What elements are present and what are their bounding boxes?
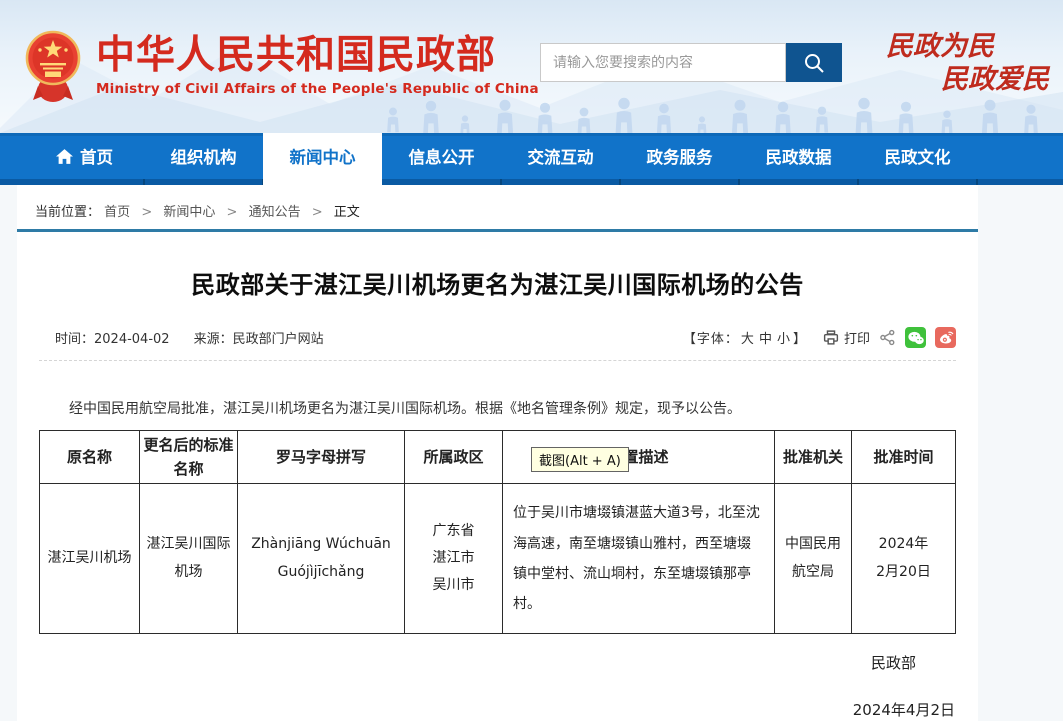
wechat-share-button[interactable] [905, 327, 926, 348]
font-size-medium-button[interactable]: 中 [759, 332, 773, 347]
breadcrumb-label: 当前位置： [35, 205, 100, 220]
nav-item-civil-culture[interactable]: 民政文化 [858, 133, 977, 179]
breadcrumb-item-news[interactable]: 新闻中心 [163, 205, 215, 220]
font-size-prefix: 【字体： [683, 332, 739, 347]
search-input[interactable] [540, 43, 786, 82]
font-size-large-button[interactable]: 大 [741, 332, 755, 347]
rename-table: 原名称 更名后的标准名称 罗马字母拼写 所属政区 位置描述 批准机关 批准时间 … [39, 430, 956, 634]
site-identity: 中华人民共和国民政部 Ministry of Civil Affairs of … [96, 34, 539, 97]
font-size-small-button[interactable]: 小 [777, 332, 791, 347]
breadcrumb-item-home[interactable]: 首页 [104, 205, 130, 220]
col-header-original-name: 原名称 [40, 431, 140, 484]
col-header-pinyin: 罗马字母拼写 [238, 431, 405, 484]
meta-source: 来源：民政部门户网站 [194, 328, 324, 347]
nav-item-label: 交流互动 [528, 144, 594, 168]
nav-item-info-disclosure[interactable]: 信息公开 [382, 133, 501, 179]
article-title: 民政部关于湛江吴川机场更名为湛江吴川国际机场的公告 [39, 265, 956, 300]
article-meta-right: 【字体：大中小】 打印 [683, 327, 956, 348]
nav-item-label: 首页 [80, 144, 113, 168]
nav-item-interaction[interactable]: 交流互动 [501, 133, 620, 179]
breadcrumb-item-notices[interactable]: 通知公告 [249, 205, 301, 220]
nav-item-civil-data[interactable]: 民政数据 [739, 133, 858, 179]
cell-region: 广东省 湛江市 吴川市 [405, 484, 503, 634]
weibo-icon [938, 330, 954, 345]
site-subtitle: Ministry of Civil Affairs of the People'… [96, 81, 539, 97]
share-button[interactable] [879, 329, 896, 346]
meta-time-value: 2024-04-02 [94, 332, 170, 347]
breadcrumb-item-current: 正文 [334, 205, 360, 220]
national-emblem-logo [25, 26, 81, 106]
home-icon [56, 149, 73, 164]
article-meta-row: 时间：2024-04-02 来源：民政部门户网站 【字体：大中小】 打印 [39, 327, 956, 361]
meta-time-label: 时间： [55, 332, 94, 347]
font-size-control: 【字体：大中小】 [683, 328, 807, 347]
breadcrumb-separator: > [312, 205, 323, 220]
slogan-line2: 民政爱民 [886, 63, 1049, 96]
wechat-icon [908, 331, 924, 345]
slogan-line1: 民政为民 [886, 30, 1049, 63]
article-body-paragraph: 经中国民用航空局批准，湛江吴川机场更名为湛江吴川国际机场。根据《地名管理条例》规… [39, 398, 956, 421]
search-icon [802, 51, 826, 75]
article-meta-left: 时间：2024-04-02 来源：民政部门户网站 [39, 328, 324, 347]
nav-item-label: 民政文化 [885, 144, 951, 168]
breadcrumb: 当前位置： 首页 > 新闻中心 > 通知公告 > 正文 [17, 185, 978, 229]
nav-item-label: 信息公开 [409, 144, 475, 168]
font-size-suffix: 】 [793, 332, 807, 347]
breadcrumb-divider [17, 229, 978, 232]
meta-source-label: 来源： [194, 332, 233, 347]
content-card: 当前位置： 首页 > 新闻中心 > 通知公告 > 正文 民政部关于湛江吴川机场更… [17, 185, 978, 721]
nav-item-organization[interactable]: 组织机构 [144, 133, 263, 179]
printer-icon [822, 329, 840, 346]
cell-pinyin: Zhànjiāng Wúchuān Guójìjīchǎng [238, 484, 405, 634]
screenshot-tooltip: 截图(Alt + A) [531, 447, 629, 472]
nav-item-gov-services[interactable]: 政务服务 [620, 133, 739, 179]
share-icon [879, 329, 896, 346]
nav-item-label: 政务服务 [647, 144, 713, 168]
breadcrumb-separator: > [141, 205, 152, 220]
signature: 民政部 [39, 652, 956, 673]
print-label: 打印 [844, 328, 870, 347]
signature-date: 2024年4月2日 [39, 699, 956, 720]
nav-item-label: 民政数据 [766, 144, 832, 168]
col-header-new-name: 更名后的标准名称 [140, 431, 238, 484]
weibo-share-button[interactable] [935, 327, 956, 348]
cell-original-name: 湛江吴川机场 [40, 484, 140, 634]
breadcrumb-separator: > [227, 205, 238, 220]
meta-time: 时间：2024-04-02 [55, 328, 170, 347]
article: 民政部关于湛江吴川机场更名为湛江吴川国际机场的公告 时间：2024-04-02 … [17, 265, 978, 720]
cell-location: 位于吴川市塘㙍镇湛蓝大道3号，北至沈海高速，南至塘㙍镇山雅村，西至塘㙍镇中堂村、… [503, 484, 775, 634]
table-header-row: 原名称 更名后的标准名称 罗马字母拼写 所属政区 位置描述 批准机关 批准时间 [40, 431, 956, 484]
search-bar [540, 43, 842, 82]
nav-item-label: 新闻中心 [290, 144, 356, 168]
table-row: 湛江吴川机场 湛江吴川国际 机场 Zhànjiāng Wúchuān Guójì… [40, 484, 956, 634]
col-header-authority: 批准机关 [775, 431, 852, 484]
cell-new-name: 湛江吴川国际 机场 [140, 484, 238, 634]
col-header-region: 所属政区 [405, 431, 503, 484]
cell-authority: 中国民用 航空局 [775, 484, 852, 634]
nav-item-news[interactable]: 新闻中心 [263, 133, 382, 185]
cell-approval-date: 2024年 2月20日 [852, 484, 956, 634]
col-header-approval-date: 批准时间 [852, 431, 956, 484]
site-banner: 中华人民共和国民政部 Ministry of Civil Affairs of … [0, 0, 1063, 133]
meta-source-value: 民政部门户网站 [233, 332, 324, 347]
nav-item-home[interactable]: 首页 [25, 133, 144, 179]
nav-item-label: 组织机构 [171, 144, 237, 168]
search-button[interactable] [786, 43, 842, 82]
main-nav: 首页 组织机构 新闻中心 信息公开 交流互动 政务服务 民政数据 民政文化 [0, 133, 1063, 185]
site-title: 中华人民共和国民政部 [96, 34, 539, 78]
slogan-calligraphy: 民政为民 民政爱民 [886, 30, 1049, 96]
print-button[interactable]: 打印 [822, 328, 870, 347]
